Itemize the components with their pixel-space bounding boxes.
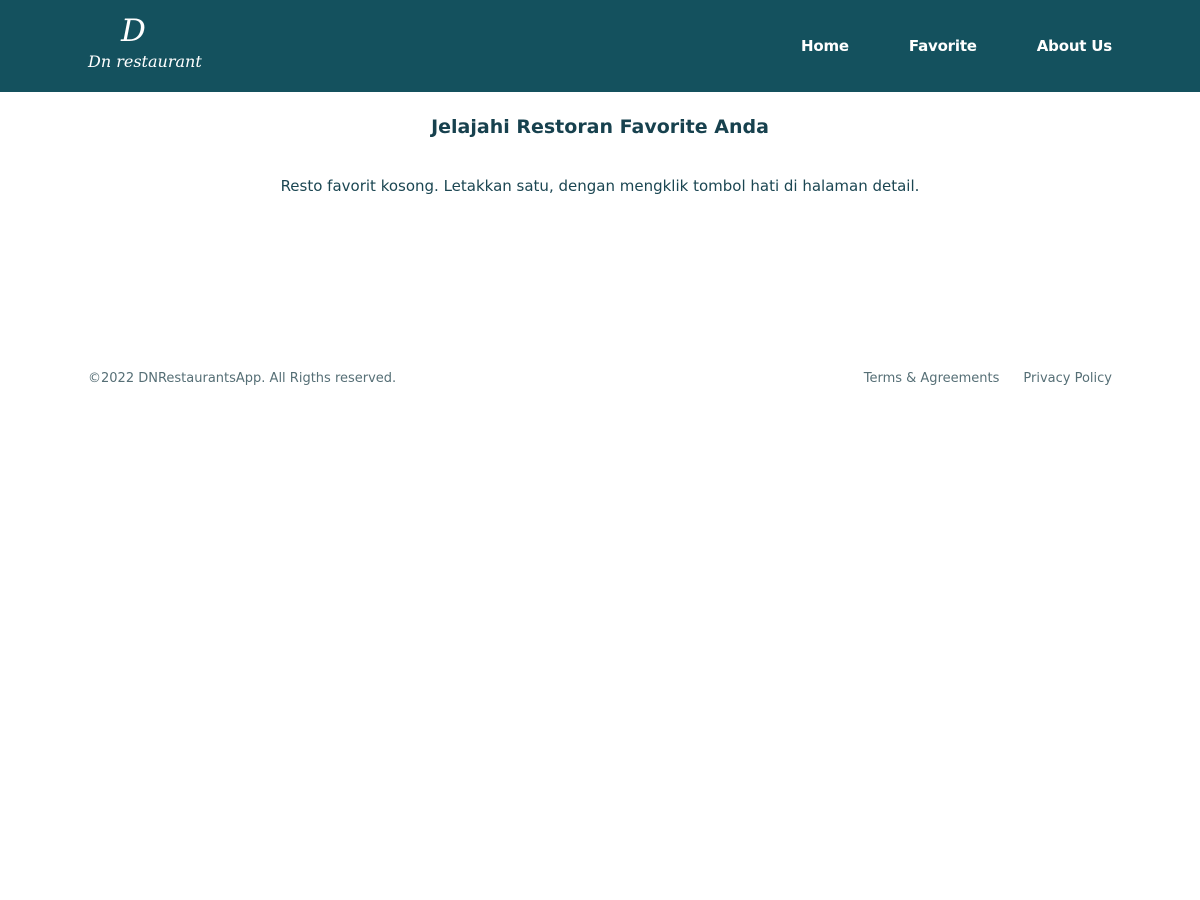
site-header: D Dn restaurant Home Favorite About Us <box>0 0 1200 92</box>
terms-agreements-link[interactable]: Terms & Agreements <box>864 369 1000 389</box>
page-title: Jelajahi Restoran Favorite Anda <box>431 116 769 138</box>
privacy-policy-link[interactable]: Privacy Policy <box>1023 369 1112 389</box>
footer-links: Terms & Agreements Privacy Policy <box>864 369 1112 389</box>
empty-favorites-message: Resto favorit kosong. Letakkan satu, den… <box>280 177 920 195</box>
logo-wordmark: Dn restaurant <box>87 52 202 71</box>
site-footer: ©2022 DNRestaurantsApp. All Rigths reser… <box>88 369 1112 389</box>
nav-about-us-link[interactable]: About Us <box>1037 34 1112 58</box>
nav-favorite-link[interactable]: Favorite <box>909 34 977 58</box>
main-navigation: Home Favorite About Us <box>801 34 1112 58</box>
nav-home-link[interactable]: Home <box>801 34 849 58</box>
copyright-text: ©2022 DNRestaurantsApp. All Rigths reser… <box>88 371 397 386</box>
logo-monogram: D <box>120 13 146 49</box>
site-logo[interactable]: D Dn restaurant <box>86 13 202 74</box>
dn-logo-icon: D Dn restaurant <box>87 13 202 71</box>
